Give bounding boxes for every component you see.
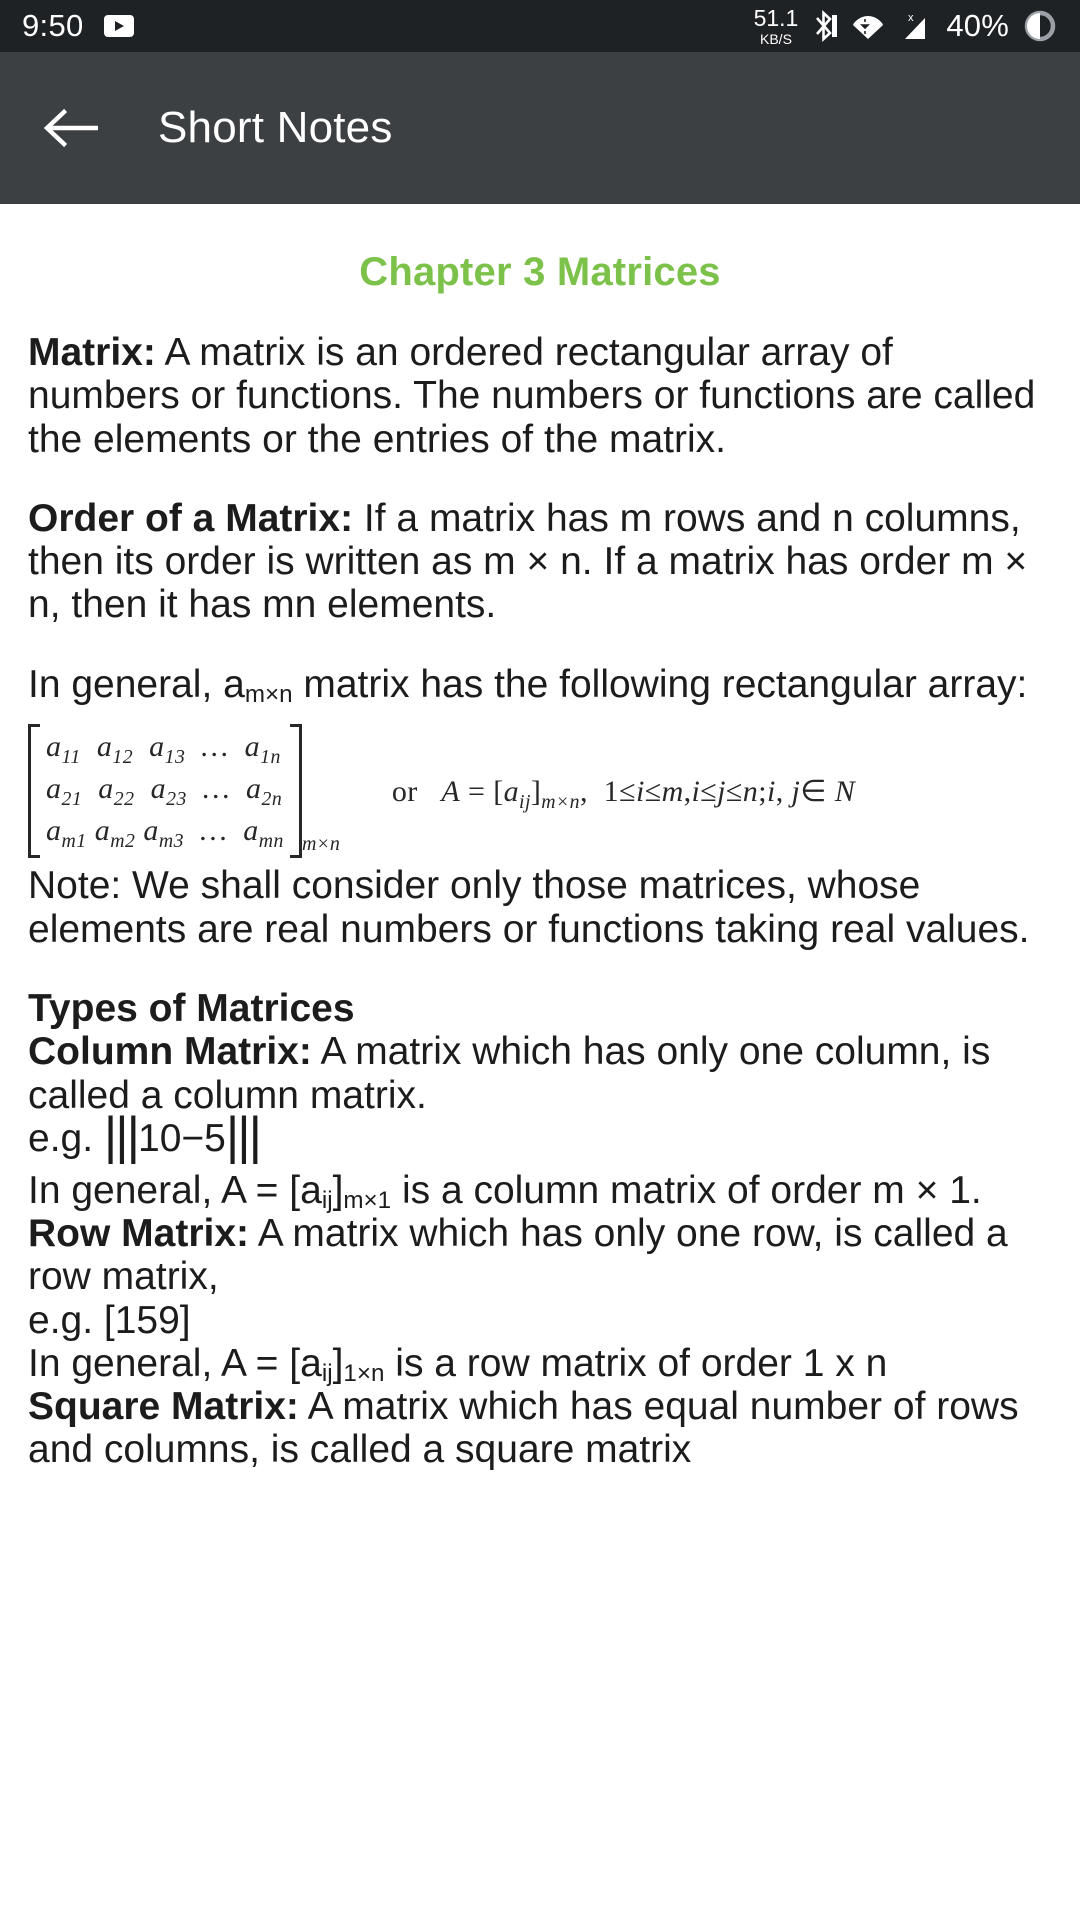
types-of-matrices-label: Types of Matrices: [28, 986, 355, 1030]
column-matrix-general-after: is a column matrix of order m × 1.: [391, 1168, 982, 1212]
column-matrix-bars-right: |||: [225, 1106, 262, 1165]
row-matrix-sub-ij: ij: [321, 1360, 333, 1388]
matrix-row: am1 am2 am3 … amn: [46, 814, 284, 853]
back-arrow-icon: [43, 108, 98, 148]
in-general-subscript: m×n: [244, 681, 293, 708]
column-matrix-sub-ij: ij: [321, 1186, 333, 1214]
paragraph-in-general-array: In general, am×n matrix has the followin…: [28, 662, 1052, 708]
status-clock: 9:50: [22, 8, 84, 43]
column-matrix-general-mid: ]: [332, 1168, 344, 1212]
row-matrix-lead: Row Matrix:: [28, 1211, 250, 1255]
bluetooth-icon: [816, 10, 838, 42]
matrix-row: a11 a12 a13 … a1n: [46, 729, 281, 768]
row-matrix-sub-order: 1×n: [343, 1360, 385, 1388]
matrix-figure: a11 a12 a13 … a1n a21 a22 a23 … a2n am1 …: [28, 723, 1052, 859]
row-matrix-general-before: In general, A = [a: [28, 1341, 322, 1385]
matrix-right-bracket: [289, 723, 302, 859]
row-matrix-general-after: is a row matrix of order 1 x n: [384, 1341, 888, 1385]
page-title: Short Notes: [158, 103, 393, 152]
chapter-title: Chapter 3 Matrices: [359, 250, 721, 294]
order-of-matrix-lead: Order of a Matrix:: [28, 496, 354, 540]
paragraph-order-of-matrix: Order of a Matrix: If a matrix has m row…: [28, 497, 1052, 627]
network-speed-value: 51.1: [753, 4, 799, 31]
battery-percent-label: 40%: [946, 8, 1009, 43]
matrix-or-label: or: [391, 775, 418, 809]
column-matrix-sub-order: m×1: [343, 1186, 392, 1214]
matrix-definition-body: A matrix is an ordered rectangular array…: [28, 331, 1036, 461]
column-matrix-general-before: In general, A = [a: [28, 1168, 322, 1212]
square-matrix-lead: Square Matrix:: [28, 1385, 299, 1429]
column-matrix-bracket-glyphs-right: |||: [226, 1109, 262, 1168]
matrix-row: a21 a22 a23 … a2n: [46, 772, 283, 811]
network-speed-indicator: 51.1 KB/S: [753, 4, 799, 47]
row-matrix-general-form: In general, A = [aij]1×n is a row matrix…: [28, 1341, 1052, 1388]
paragraph-row-matrix: Row Matrix: A matrix which has only one …: [28, 1212, 1052, 1299]
column-matrix-bracket-glyphs: |||: [104, 1109, 140, 1168]
status-bar-right: 51.1 KB/S x 40%: [753, 4, 1058, 47]
column-matrix-bars-left: |||: [103, 1106, 140, 1165]
matrix-order-subscript: m×n: [301, 833, 340, 856]
column-matrix-general-form: In general, A = [aij]m×1 is a column mat…: [28, 1168, 1052, 1214]
matrix-left-bracket: [28, 723, 40, 859]
in-general-after: matrix has the following rectangular arr…: [292, 662, 1028, 706]
paragraph-note: Note: We shall consider only those matri…: [28, 864, 1030, 951]
matrix-rows: a11 a12 a13 … a1n a21 a22 a23 … a2n am1 …: [40, 724, 290, 858]
column-matrix-lead: Column Matrix:: [28, 1030, 312, 1074]
svg-text:x: x: [908, 12, 914, 24]
matrix-bracket-group: a11 a12 a13 … a1n a21 a22 a23 … a2n am1 …: [28, 723, 340, 859]
row-matrix-example: e.g. [159]: [28, 1298, 191, 1342]
app-bar: Short Notes: [0, 52, 1080, 204]
mobile-signal-icon: x: [905, 12, 926, 39]
status-bar-left: 9:50: [22, 8, 134, 44]
status-bar: 9:50 51.1 KB/S x 40%: [0, 0, 1080, 52]
matrix-alternate-notation: or A = [aij]m×n, 1≤i≤m,i≤j≤n;i, j∈ N: [391, 775, 856, 814]
column-matrix-example: e.g. |||10−5|||: [28, 1109, 1052, 1169]
wifi-icon: [853, 16, 884, 39]
column-matrix-example-value: 10−5: [138, 1116, 226, 1160]
paragraph-matrix-definition: Matrix: A matrix is an ordered rectangul…: [28, 331, 1052, 461]
paragraph-column-matrix: Column Matrix: A matrix which has only o…: [28, 1030, 1052, 1117]
battery-circle-icon: [1024, 10, 1056, 42]
row-matrix-general-mid: ]: [332, 1341, 344, 1385]
matrix-definition-lead: Matrix:: [28, 331, 156, 374]
paragraph-square-matrix: Square Matrix: A matrix which has equal …: [28, 1385, 1052, 1472]
back-button[interactable]: [36, 94, 104, 162]
column-matrix-example-prefix: e.g.: [28, 1116, 104, 1160]
heading-types-of-matrices: Types of Matrices: [28, 987, 1052, 1030]
network-speed-unit: KB/S: [760, 30, 792, 47]
youtube-play-icon: [103, 15, 134, 37]
notes-content: Chapter 3 Matrices Matrix: A matrix is a…: [0, 250, 1080, 1472]
in-general-before: In general, a: [28, 662, 245, 706]
